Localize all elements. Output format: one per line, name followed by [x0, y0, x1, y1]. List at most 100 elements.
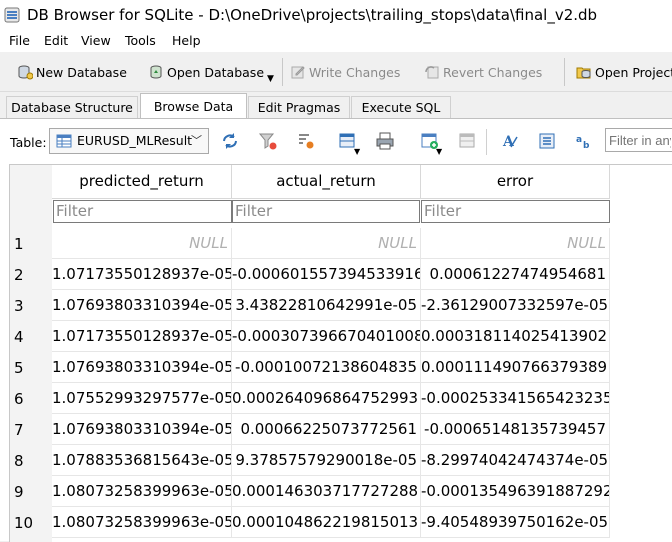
cell-actual-return[interactable]: 0.00066225073772561 — [232, 414, 421, 445]
new-database-label: New Database — [36, 64, 127, 80]
row-number: 3 — [14, 297, 24, 315]
cell-actual-return[interactable]: -0.000601557394533916 — [232, 259, 421, 290]
cell-predicted-return[interactable]: 1.07883536815643e-05 — [52, 445, 232, 476]
table-icon — [56, 134, 72, 148]
table-row[interactable]: 5 1.07693803310394e-05 -0.00010072138604… — [10, 352, 610, 383]
menu-tools[interactable]: Tools — [125, 33, 156, 48]
table-row[interactable]: 10 1.08073258399963e-05 0.00010486221981… — [10, 507, 610, 538]
toolbar-separator — [486, 129, 487, 155]
chevron-down-icon: ﹀ — [191, 134, 202, 147]
open-database-icon — [150, 65, 162, 79]
font-format-icon[interactable]: A — [500, 131, 520, 151]
table-row[interactable]: 9 1.08073258399963e-05 0.000146303717727… — [10, 476, 610, 507]
filter-actual-return[interactable]: Filter — [232, 200, 420, 223]
cell-actual-return[interactable]: 9.37857579290018e-05 — [232, 445, 421, 476]
cell-predicted-return[interactable]: 1.08073258399963e-05 — [52, 476, 232, 507]
print-icon[interactable] — [375, 131, 395, 151]
revert-changes-label: Revert Changes — [443, 64, 543, 80]
toolbar-separator — [282, 58, 283, 86]
row-number: 6 — [14, 390, 24, 408]
cell-actual-return[interactable]: 0.000264096864752993 — [232, 383, 421, 414]
tab-browse-data[interactable]: Browse Data — [140, 93, 247, 119]
browse-data-panel: Table: EURUSD_MLResult ﹀ ▼ ▼ A a b Filte… — [0, 118, 672, 542]
cell-actual-return[interactable]: NULL — [232, 228, 421, 259]
insert-record-dropdown-arrow-icon[interactable]: ▼ — [436, 147, 442, 156]
new-database-button[interactable]: New Database — [17, 60, 127, 84]
menu-help[interactable]: Help — [172, 33, 201, 48]
tab-edit-pragmas[interactable]: Edit Pragmas — [248, 96, 350, 118]
cell-predicted-return[interactable]: NULL — [52, 228, 232, 259]
write-changes-label: Write Changes — [309, 64, 401, 80]
cell-actual-return[interactable]: 0.000146303717727288 — [232, 476, 421, 507]
open-project-icon — [576, 67, 591, 79]
open-database-label: Open Database — [167, 64, 265, 80]
cell-error[interactable]: NULL — [421, 228, 610, 259]
sqlite-app-icon — [4, 7, 20, 23]
cell-error[interactable]: -8.29974042474374e-05 — [421, 445, 610, 476]
table-row[interactable]: 4 1.07173550128937e-05 -0.00030739667040… — [10, 321, 610, 352]
column-header-error[interactable]: error — [421, 165, 610, 199]
table-row[interactable]: 1 NULL NULL NULL — [10, 228, 610, 259]
cell-error[interactable]: -0.00065148135739457 — [421, 414, 610, 445]
filter-any-column-input[interactable] — [605, 128, 672, 152]
cell-predicted-return[interactable]: 1.07173550128937e-05 — [52, 321, 232, 352]
cell-actual-return[interactable]: -0.00010072138604835 — [232, 352, 421, 383]
cell-predicted-return[interactable]: 1.07693803310394e-05 — [52, 352, 232, 383]
open-database-button[interactable]: Open Database — [148, 60, 264, 84]
cell-error[interactable]: -9.40548939750162e-05 — [421, 507, 610, 538]
cell-predicted-return[interactable]: 1.07693803310394e-05 — [52, 414, 232, 445]
menu-view[interactable]: View — [81, 33, 111, 48]
cell-predicted-return[interactable]: 1.07693803310394e-05 — [52, 290, 232, 321]
row-number: 2 — [14, 266, 24, 284]
write-changes-button[interactable]: Write Changes — [290, 60, 400, 84]
cell-actual-return[interactable]: -0.000307396670401008 — [232, 321, 421, 352]
filter-predicted-return[interactable]: Filter — [53, 200, 232, 223]
data-grid: predicted_return actual_return error Fil… — [9, 164, 672, 542]
row-number: 7 — [14, 421, 24, 439]
cell-error[interactable]: 0.000318114025413902 — [421, 321, 610, 352]
cell-error[interactable]: -0.000253341565423235 — [421, 383, 610, 414]
clear-sorting-icon[interactable] — [296, 131, 316, 151]
text-align-icon[interactable] — [537, 131, 557, 151]
title-bar: DB Browser for SQLite - D:\OneDrive\proj… — [0, 0, 672, 30]
cell-error[interactable]: -0.000135496391887292 — [421, 476, 610, 507]
cell-error[interactable]: -2.36129007332597e-05 — [421, 290, 610, 321]
cell-actual-return[interactable]: 3.43822810642991e-05 — [232, 290, 421, 321]
tab-execute-sql[interactable]: Execute SQL — [351, 96, 451, 118]
menu-file[interactable]: File — [9, 33, 30, 48]
open-database-dropdown-arrow-icon[interactable]: ▼ — [267, 74, 274, 84]
table-row[interactable]: 7 1.07693803310394e-05 0.000662250737725… — [10, 414, 610, 445]
table-row[interactable]: 6 1.07552993297577e-05 0.000264096864752… — [10, 383, 610, 414]
cell-predicted-return[interactable]: 1.08073258399963e-05 — [52, 507, 232, 538]
table-row[interactable]: 3 1.07693803310394e-05 3.43822810642991e… — [10, 290, 610, 321]
table-select[interactable]: EURUSD_MLResult ﹀ — [49, 128, 209, 154]
column-header-predicted-return[interactable]: predicted_return — [52, 165, 232, 199]
cell-error[interactable]: 0.000111490766379389 — [421, 352, 610, 383]
table-name: EURUSD_MLResult — [77, 133, 193, 148]
column-header-actual-return[interactable]: actual_return — [232, 165, 421, 199]
tab-bar: Database Structure Browse Data Edit Prag… — [0, 92, 672, 119]
main-toolbar: New Database Open Database ▼ Write Chang… — [0, 52, 672, 92]
table-row[interactable]: 8 1.07883536815643e-05 9.37857579290018e… — [10, 445, 610, 476]
row-number: 5 — [14, 359, 24, 377]
table-row[interactable]: 2 1.07173550128937e-05 -0.00060155739453… — [10, 259, 610, 290]
menu-edit[interactable]: Edit — [44, 33, 68, 48]
row-number: 8 — [14, 452, 24, 470]
row-number: 9 — [14, 483, 24, 501]
clear-filters-icon[interactable] — [258, 131, 278, 151]
text-color-icon[interactable]: a b — [574, 131, 594, 151]
cell-actual-return[interactable]: 0.000104862219815013 — [232, 507, 421, 538]
open-project-button[interactable]: Open Project — [576, 60, 672, 84]
filter-error[interactable]: Filter — [421, 200, 610, 223]
delete-record-icon[interactable] — [457, 131, 477, 151]
tab-database-structure[interactable]: Database Structure — [6, 96, 138, 118]
refresh-icon[interactable] — [220, 131, 240, 151]
cell-error[interactable]: 0.00061227474954681 — [421, 259, 610, 290]
cell-predicted-return[interactable]: 1.07173550128937e-05 — [52, 259, 232, 290]
row-number: 1 — [14, 235, 24, 253]
row-number: 4 — [14, 328, 24, 346]
window-title: DB Browser for SQLite - D:\OneDrive\proj… — [27, 6, 598, 24]
cell-predicted-return[interactable]: 1.07552993297577e-05 — [52, 383, 232, 414]
revert-changes-button[interactable]: Revert Changes — [424, 60, 542, 84]
save-table-dropdown-arrow-icon[interactable]: ▼ — [354, 147, 360, 156]
